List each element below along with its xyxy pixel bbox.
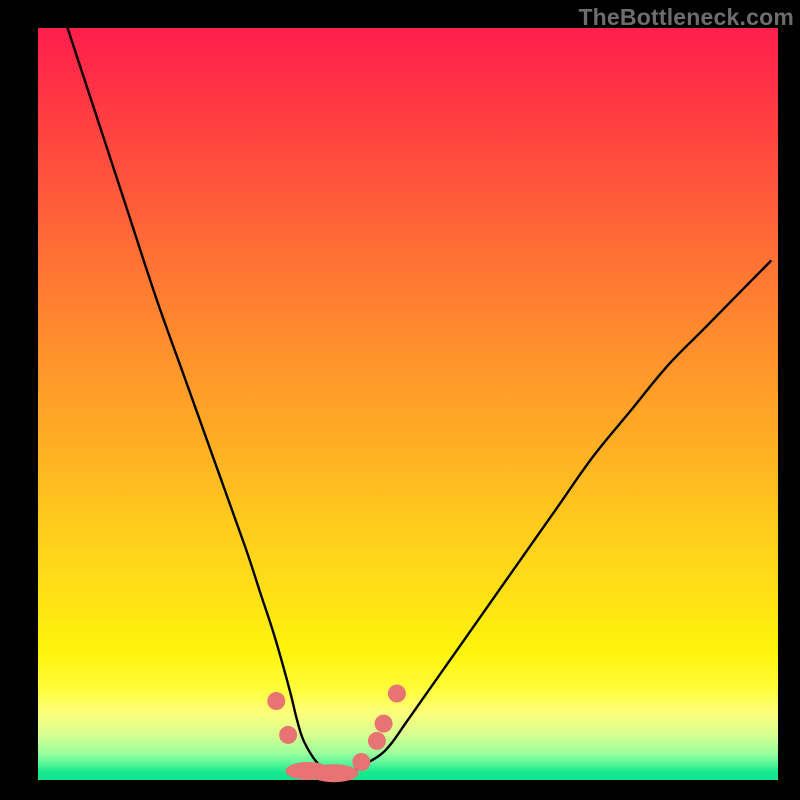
highlight-markers (267, 685, 406, 783)
highlight-pill (310, 764, 359, 782)
chart-frame: TheBottleneck.com (0, 0, 800, 800)
curve-layer (38, 28, 778, 780)
highlight-dot (375, 715, 393, 733)
watermark-text: TheBottleneck.com (578, 4, 794, 31)
bottleneck-curve (68, 28, 771, 774)
highlight-dot (388, 685, 406, 703)
plot-area (38, 28, 778, 780)
highlight-dot (279, 726, 297, 744)
highlight-dot (267, 692, 285, 710)
highlight-dot (352, 753, 370, 771)
highlight-dot (368, 732, 386, 750)
